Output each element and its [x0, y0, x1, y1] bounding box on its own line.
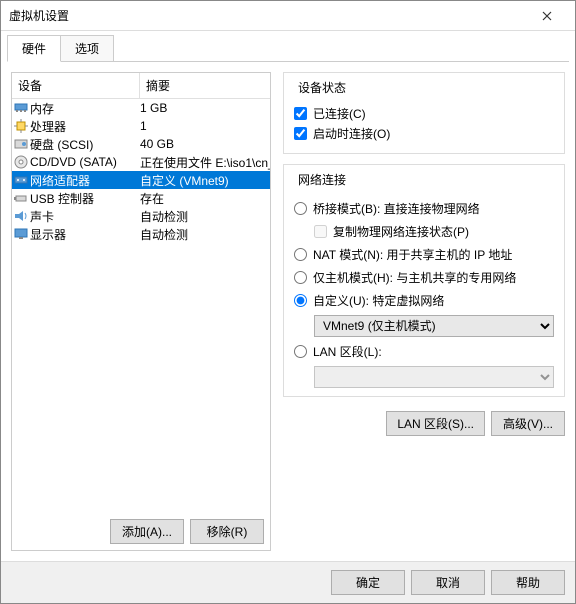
device-name: 显示器 — [30, 226, 140, 243]
replicate-input — [314, 225, 327, 238]
device-summary: 自定义 (VMnet9) — [140, 172, 270, 189]
device-name: 内存 — [30, 100, 140, 117]
nat-input[interactable] — [294, 248, 307, 261]
titlebar: 虚拟机设置 — [1, 1, 575, 31]
lan-segments-button[interactable]: LAN 区段(S)... — [386, 411, 485, 436]
ok-button[interactable]: 确定 — [331, 570, 405, 595]
content-area: 设备 摘要 内存1 GB处理器1硬盘 (SCSI)40 GBCD/DVD (SA… — [1, 62, 575, 561]
device-name: 处理器 — [30, 118, 140, 135]
network-group: 网络连接 桥接模式(B): 直接连接物理网络 复制物理网络连接状态(P) NAT… — [283, 164, 565, 397]
connected-input[interactable] — [294, 107, 307, 120]
nat-radio[interactable]: NAT 模式(N): 用于共享主机的 IP 地址 — [294, 246, 554, 263]
hostonly-radio[interactable]: 仅主机模式(H): 与主机共享的专用网络 — [294, 269, 554, 286]
device-summary: 1 GB — [140, 101, 270, 115]
table-row[interactable]: USB 控制器存在 — [12, 189, 270, 207]
device-name: 硬盘 (SCSI) — [30, 136, 140, 153]
device-summary: 自动检测 — [140, 226, 270, 243]
lan-select — [314, 366, 554, 388]
tab-options[interactable]: 选项 — [60, 35, 114, 62]
table-row[interactable]: 声卡自动检测 — [12, 207, 270, 225]
device-name: 网络适配器 — [30, 172, 140, 189]
col-summary[interactable]: 摘要 — [140, 73, 270, 98]
memory-icon — [12, 103, 30, 113]
replicate-checkbox: 复制物理网络连接状态(P) — [314, 223, 554, 240]
tab-hardware[interactable]: 硬件 — [7, 35, 61, 62]
dialog-footer: 确定 取消 帮助 — [1, 561, 575, 603]
bridged-radio[interactable]: 桥接模式(B): 直接连接物理网络 — [294, 200, 554, 217]
device-summary: 40 GB — [140, 137, 270, 151]
window-title: 虚拟机设置 — [9, 7, 527, 24]
device-summary: 正在使用文件 E:\iso1\cn_win... — [140, 154, 270, 171]
device-name: 声卡 — [30, 208, 140, 225]
custom-radio[interactable]: 自定义(U): 特定虚拟网络 — [294, 292, 554, 309]
usb-icon — [12, 192, 30, 204]
custom-input[interactable] — [294, 294, 307, 307]
bridged-input[interactable] — [294, 202, 307, 215]
sound-icon — [12, 210, 30, 222]
help-button[interactable]: 帮助 — [491, 570, 565, 595]
table-row[interactable]: 硬盘 (SCSI)40 GB — [12, 135, 270, 153]
device-summary: 1 — [140, 119, 270, 133]
device-status-title: 设备状态 — [294, 79, 350, 96]
device-buttons: 添加(A)... 移除(R) — [12, 513, 270, 550]
device-panel: 设备 摘要 内存1 GB处理器1硬盘 (SCSI)40 GBCD/DVD (SA… — [11, 72, 271, 551]
custom-network-select[interactable]: VMnet9 (仅主机模式) — [314, 315, 554, 337]
table-row[interactable]: CD/DVD (SATA)正在使用文件 E:\iso1\cn_win... — [12, 153, 270, 171]
device-list: 内存1 GB处理器1硬盘 (SCSI)40 GBCD/DVD (SATA)正在使… — [12, 99, 270, 513]
device-status-group: 设备状态 已连接(C) 启动时连接(O) — [283, 72, 565, 154]
lan-input[interactable] — [294, 345, 307, 358]
remove-button[interactable]: 移除(R) — [190, 519, 264, 544]
table-row[interactable]: 处理器1 — [12, 117, 270, 135]
display-icon — [12, 228, 30, 240]
network-title: 网络连接 — [294, 171, 350, 188]
tabstrip: 硬件 选项 — [1, 31, 575, 62]
table-row[interactable]: 网络适配器自定义 (VMnet9) — [12, 171, 270, 189]
cd-icon — [12, 155, 30, 169]
settings-panel: 设备状态 已连接(C) 启动时连接(O) 网络连接 桥接模式(B): 直接连接物… — [283, 72, 565, 551]
network-icon — [12, 174, 30, 186]
poweron-input[interactable] — [294, 127, 307, 140]
device-summary: 存在 — [140, 190, 270, 207]
table-row[interactable]: 内存1 GB — [12, 99, 270, 117]
device-table-header: 设备 摘要 — [12, 73, 270, 99]
device-name: USB 控制器 — [30, 190, 140, 207]
table-row[interactable]: 显示器自动检测 — [12, 225, 270, 243]
hostonly-input[interactable] — [294, 271, 307, 284]
network-buttons: LAN 区段(S)... 高级(V)... — [283, 411, 565, 436]
cpu-icon — [12, 119, 30, 133]
connected-checkbox[interactable]: 已连接(C) — [294, 105, 554, 122]
device-name: CD/DVD (SATA) — [30, 155, 140, 169]
advanced-button[interactable]: 高级(V)... — [491, 411, 565, 436]
device-summary: 自动检测 — [140, 208, 270, 225]
disk-icon — [12, 138, 30, 150]
close-icon — [542, 11, 552, 21]
col-device[interactable]: 设备 — [12, 73, 140, 98]
close-button[interactable] — [527, 1, 567, 31]
add-button[interactable]: 添加(A)... — [110, 519, 184, 544]
cancel-button[interactable]: 取消 — [411, 570, 485, 595]
poweron-checkbox[interactable]: 启动时连接(O) — [294, 125, 554, 142]
lan-radio[interactable]: LAN 区段(L): — [294, 343, 554, 360]
